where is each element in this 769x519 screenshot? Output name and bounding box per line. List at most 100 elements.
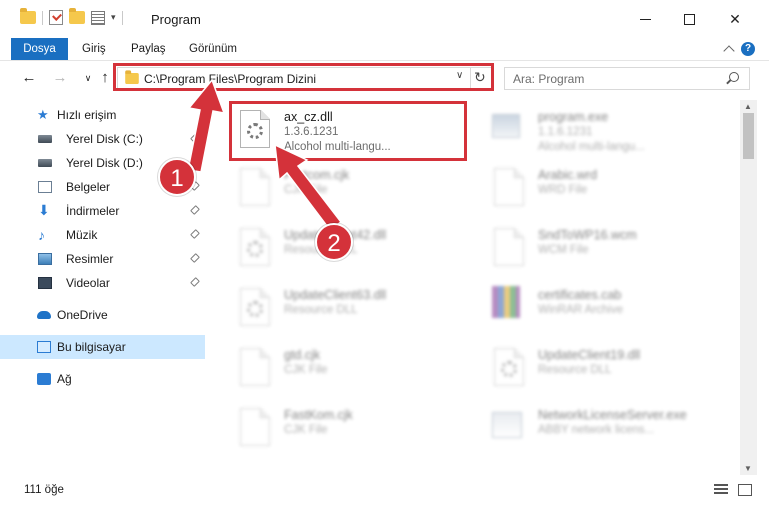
pin-icon bbox=[190, 229, 200, 239]
search-icon bbox=[729, 72, 739, 82]
file-name: Arabic.wrd bbox=[538, 168, 598, 182]
divider bbox=[42, 10, 43, 25]
network-exe-icon bbox=[492, 412, 522, 438]
scroll-up-icon[interactable]: ▲ bbox=[744, 102, 752, 111]
customize-icon[interactable] bbox=[91, 10, 105, 25]
downloads-icon: ⬇ bbox=[38, 202, 50, 218]
file-type: CJK File bbox=[284, 184, 328, 196]
file-icon bbox=[240, 288, 270, 326]
file-type: CJK File bbox=[284, 364, 328, 376]
scroll-down-icon[interactable]: ▼ bbox=[744, 464, 752, 473]
sidebar-item-label: Belgeler bbox=[66, 180, 111, 194]
sidebar-item-videos[interactable]: Videolar bbox=[0, 271, 205, 295]
up-button[interactable]: ↑ bbox=[97, 69, 113, 87]
sidebar-item-label: Hızlı erişim bbox=[57, 108, 117, 122]
file-item[interactable]: gtd.cjk CJK File bbox=[230, 340, 474, 396]
file-item[interactable]: certificates.cab WinRAR Archive bbox=[484, 280, 728, 336]
file-icon bbox=[494, 168, 524, 206]
window-title: Program bbox=[151, 12, 201, 27]
folder-icon[interactable] bbox=[20, 8, 36, 24]
back-button[interactable]: ← bbox=[21, 69, 37, 87]
file-name: SndToWP16.wcm bbox=[538, 228, 637, 242]
pictures-icon bbox=[38, 253, 52, 265]
quick-access-toolbar: ▾ bbox=[20, 8, 123, 25]
minimize-button[interactable] bbox=[622, 0, 668, 38]
gear-icon bbox=[247, 301, 263, 317]
sidebar-item-label: İndirmeler bbox=[66, 204, 120, 218]
file-item[interactable]: program.exe 1.1.6.1231 Alcohol multi-lan… bbox=[484, 102, 728, 158]
sidebar-item-this-pc[interactable]: Bu bilgisayar bbox=[0, 335, 205, 359]
title-bar: ▾ Program ✕ bbox=[0, 0, 769, 38]
sidebar-item-label: Müzik bbox=[66, 228, 98, 242]
search-placeholder: Ara: Program bbox=[513, 72, 585, 86]
step-badge-1: 1 bbox=[158, 158, 196, 196]
file-item[interactable]: SndToWP16.wcm WCM File bbox=[484, 220, 728, 276]
sidebar-item-quick-access[interactable]: ★ Hızlı erişim bbox=[0, 103, 205, 127]
file-item[interactable]: NetworkLicenseServer.exe ABBY network li… bbox=[484, 400, 728, 456]
file-type: ABBY network licens... bbox=[538, 424, 655, 436]
help-icon[interactable]: ? bbox=[741, 42, 755, 56]
file-icon bbox=[240, 408, 270, 446]
search-input[interactable]: Ara: Program bbox=[504, 67, 750, 90]
item-count: 111 öğe bbox=[24, 484, 64, 496]
chevron-down-icon[interactable]: ▾ bbox=[111, 12, 116, 23]
documents-icon bbox=[38, 181, 52, 193]
gear-icon bbox=[247, 241, 263, 257]
file-item[interactable]: UpdateClient19.dll Resource DLL bbox=[484, 340, 728, 396]
sidebar-item-label: Yerel Disk (D:) bbox=[66, 156, 143, 170]
sidebar-item-local-disk-c[interactable]: Yerel Disk (C:) bbox=[0, 127, 205, 151]
file-description: Alcohol multi-langu... bbox=[538, 141, 645, 153]
sidebar-item-pictures[interactable]: Resimler bbox=[0, 247, 205, 271]
file-name: FastKom.cjk bbox=[284, 408, 353, 422]
maximize-button[interactable] bbox=[666, 0, 712, 38]
tab-share[interactable]: Paylaş bbox=[131, 38, 166, 60]
sidebar-item-onedrive[interactable]: OneDrive bbox=[0, 303, 205, 327]
large-icons-view-icon[interactable] bbox=[738, 484, 752, 496]
sidebar-item-label: Bu bilgisayar bbox=[57, 340, 126, 354]
file-name: UpdateClient63.dll bbox=[284, 288, 387, 302]
file-name: gtd.cjk bbox=[284, 348, 321, 362]
file-item[interactable]: Portcom.cjk CJK File bbox=[230, 160, 474, 216]
file-icon bbox=[240, 168, 270, 206]
file-type: CJK File bbox=[284, 424, 328, 436]
file-item[interactable]: UpdateClient63.dll Resource DLL bbox=[230, 280, 474, 336]
divider bbox=[121, 10, 123, 25]
forward-button[interactable]: → bbox=[52, 69, 68, 87]
expand-ribbon-icon[interactable] bbox=[723, 45, 735, 57]
status-bar: 111 öğe bbox=[0, 476, 769, 519]
close-button[interactable]: ✕ bbox=[712, 0, 758, 38]
ribbon: Dosya Giriş Paylaş Görünüm ? bbox=[0, 38, 769, 60]
sidebar-item-music[interactable]: ♪ Müzik bbox=[0, 223, 205, 247]
file-type: WRD File bbox=[538, 184, 588, 196]
file-type: WCM File bbox=[538, 244, 589, 256]
tab-file[interactable]: Dosya bbox=[11, 38, 68, 60]
properties-check-icon[interactable] bbox=[49, 10, 63, 25]
music-icon: ♪ bbox=[38, 227, 45, 243]
tab-view[interactable]: Görünüm bbox=[189, 38, 237, 60]
sidebar-item-downloads[interactable]: ⬇ İndirmeler bbox=[0, 199, 205, 223]
tab-home[interactable]: Giriş bbox=[82, 38, 106, 60]
new-folder-icon[interactable] bbox=[69, 8, 85, 24]
star-icon: ★ bbox=[37, 107, 49, 122]
file-item[interactable]: FastKom.cjk CJK File bbox=[230, 400, 474, 456]
file-version: 1.1.6.1231 bbox=[538, 126, 593, 138]
file-type: Resource DLL bbox=[538, 364, 612, 376]
file-type: Resource DLL bbox=[284, 304, 358, 316]
vertical-scrollbar[interactable]: ▲ ▼ bbox=[740, 100, 757, 475]
file-item[interactable]: Arabic.wrd WRD File bbox=[484, 160, 728, 216]
winrar-icon bbox=[492, 286, 520, 318]
pin-icon bbox=[190, 277, 200, 287]
file-type: WinRAR Archive bbox=[538, 304, 623, 316]
sidebar-item-network[interactable]: Ağ bbox=[0, 367, 205, 391]
details-view-icon[interactable] bbox=[714, 484, 728, 496]
onedrive-icon bbox=[37, 311, 51, 319]
file-icon bbox=[494, 348, 524, 386]
sidebar-item-label: Resimler bbox=[66, 252, 114, 266]
sidebar-item-label: OneDrive bbox=[57, 308, 108, 322]
file-icon bbox=[240, 348, 270, 386]
drive-icon bbox=[38, 159, 52, 167]
step-badge-2: 2 bbox=[315, 223, 353, 261]
recent-locations-chevron-icon[interactable]: ∨ bbox=[80, 69, 96, 87]
sidebar-item-label: Videolar bbox=[66, 276, 110, 290]
scroll-thumb[interactable] bbox=[743, 113, 754, 159]
